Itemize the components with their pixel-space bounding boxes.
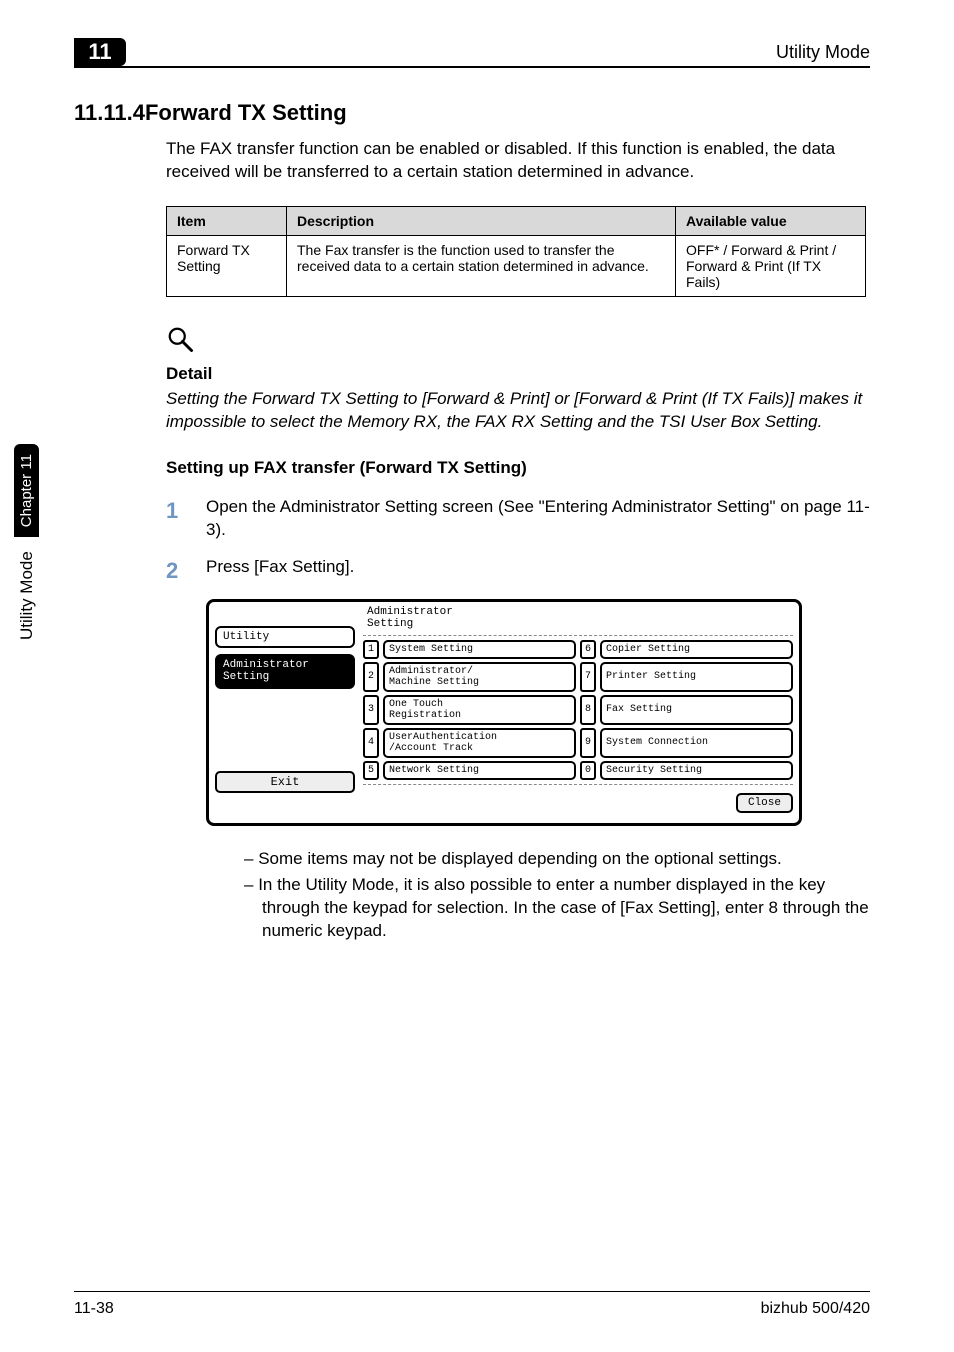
side-tab-chapter: Chapter 11 bbox=[14, 444, 39, 537]
exit-button[interactable]: Exit bbox=[215, 771, 355, 793]
num-0: 0 bbox=[580, 761, 596, 780]
admin-machine-setting-button[interactable]: Administrator/ Machine Setting bbox=[383, 662, 576, 692]
th-description: Description bbox=[287, 206, 676, 235]
step-1: 1 Open the Administrator Setting screen … bbox=[166, 496, 870, 542]
section-intro: The FAX transfer function can be enabled… bbox=[166, 138, 870, 184]
footer-rule bbox=[74, 1291, 870, 1292]
footer-model: bizhub 500/420 bbox=[761, 1300, 870, 1318]
num-7: 7 bbox=[580, 662, 596, 692]
step-2-text: Press [Fax Setting]. bbox=[206, 556, 870, 586]
utility-tab[interactable]: Utility bbox=[215, 626, 355, 648]
num-4: 4 bbox=[363, 728, 379, 758]
user-auth-account-track-button[interactable]: UserAuthentication /Account Track bbox=[383, 728, 576, 758]
system-setting-button[interactable]: System Setting bbox=[383, 640, 576, 659]
section-heading: 11.11.4Forward TX Setting bbox=[74, 100, 870, 126]
admin-ui-panel: Utility Administrator Setting Exit Admin… bbox=[206, 599, 802, 825]
sub-heading: Setting up FAX transfer (Forward TX Sett… bbox=[166, 458, 870, 478]
corner-page-tab: 11 bbox=[74, 38, 126, 66]
description-table: Item Description Available value Forward… bbox=[166, 206, 866, 297]
notes-list: Some items may not be displayed dependin… bbox=[244, 848, 870, 944]
td-available: OFF* / Forward & Print / Forward & Print… bbox=[676, 235, 866, 296]
step-1-number: 1 bbox=[166, 496, 206, 542]
note-1: Some items may not be displayed dependin… bbox=[244, 848, 870, 871]
header-section-label: Utility Mode bbox=[776, 42, 870, 63]
detail-block: Detail Setting the Forward TX Setting to… bbox=[166, 325, 870, 434]
administrator-setting-tab[interactable]: Administrator Setting bbox=[215, 654, 355, 688]
side-tab-main: Utility Mode bbox=[17, 551, 37, 640]
panel-title: Administrator Setting bbox=[363, 606, 793, 630]
num-3: 3 bbox=[363, 695, 379, 725]
step-2-number: 2 bbox=[166, 556, 206, 586]
num-8: 8 bbox=[580, 695, 596, 725]
note-2: In the Utility Mode, it is also possible… bbox=[244, 874, 870, 943]
step-1-text: Open the Administrator Setting screen (S… bbox=[206, 496, 870, 542]
num-6: 6 bbox=[580, 640, 596, 659]
th-item: Item bbox=[167, 206, 287, 235]
step-2: 2 Press [Fax Setting]. bbox=[166, 556, 870, 586]
one-touch-registration-button[interactable]: One Touch Registration bbox=[383, 695, 576, 725]
detail-text: Setting the Forward TX Setting to [Forwa… bbox=[166, 388, 870, 434]
magnifier-icon bbox=[166, 325, 196, 355]
security-setting-button[interactable]: Security Setting bbox=[600, 761, 793, 780]
num-1: 1 bbox=[363, 640, 379, 659]
side-tab: Utility Mode Chapter 11 bbox=[14, 444, 39, 640]
header-rule bbox=[74, 66, 870, 68]
num-5: 5 bbox=[363, 761, 379, 780]
td-item: Forward TX Setting bbox=[167, 235, 287, 296]
footer-page-number: 11-38 bbox=[74, 1300, 114, 1318]
button-grid: 1 System Setting 6 Copier Setting 2 Admi… bbox=[363, 640, 793, 780]
num-2: 2 bbox=[363, 662, 379, 692]
th-available: Available value bbox=[676, 206, 866, 235]
td-description: The Fax transfer is the function used to… bbox=[287, 235, 676, 296]
close-button[interactable]: Close bbox=[736, 793, 793, 813]
copier-setting-button[interactable]: Copier Setting bbox=[600, 640, 793, 659]
printer-setting-button[interactable]: Printer Setting bbox=[600, 662, 793, 692]
num-9: 9 bbox=[580, 728, 596, 758]
system-connection-button[interactable]: System Connection bbox=[600, 728, 793, 758]
fax-setting-button[interactable]: Fax Setting bbox=[600, 695, 793, 725]
detail-label: Detail bbox=[166, 364, 870, 384]
network-setting-button[interactable]: Network Setting bbox=[383, 761, 576, 780]
